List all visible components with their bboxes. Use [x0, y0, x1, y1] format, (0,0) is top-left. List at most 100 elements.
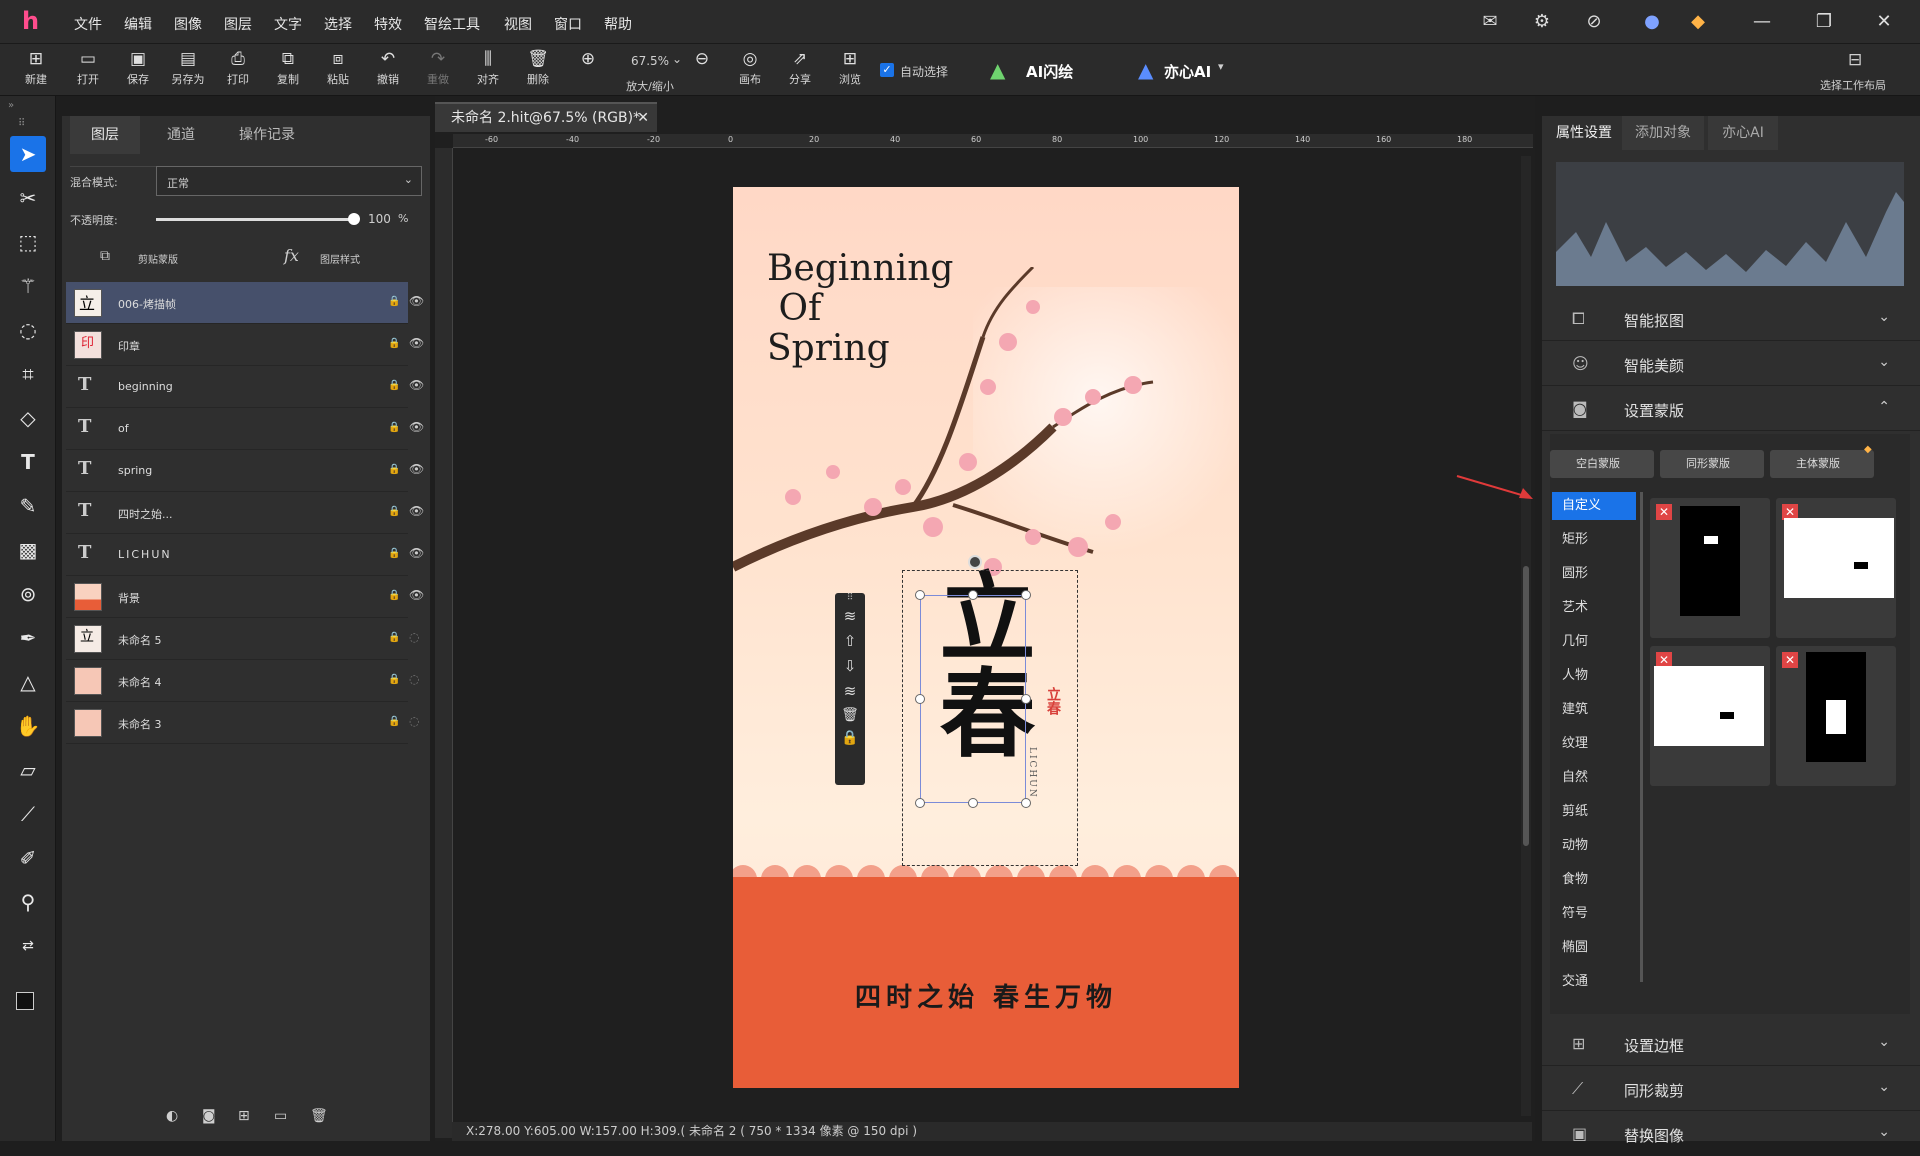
lock-icon[interactable]: 🔒: [388, 338, 400, 349]
poster-title[interactable]: Beginning Of Spring: [767, 249, 953, 369]
vip-gem-icon[interactable]: ◆: [1686, 10, 1710, 34]
expand-icon[interactable]: »: [8, 100, 14, 111]
eye-icon[interactable]: 👁: [409, 462, 424, 476]
opacity-value[interactable]: 100: [368, 212, 391, 226]
set-border-section[interactable]: ⊞ 设置边框 ⌄: [1542, 1022, 1920, 1066]
close-icon[interactable]: ✕: [1872, 10, 1896, 34]
clone-tool-icon[interactable]: ⊚: [10, 576, 46, 612]
avatar[interactable]: ●: [1640, 10, 1664, 34]
bring-forward-icon[interactable]: ⇧: [835, 632, 865, 650]
move-tool-icon[interactable]: ➤: [10, 136, 46, 172]
adjustment-icon[interactable]: ◐: [166, 1108, 178, 1124]
lock-icon[interactable]: 🔒: [388, 422, 400, 433]
mask-preset-card[interactable]: ✕: [1650, 498, 1770, 638]
opacity-slider-handle[interactable]: [348, 213, 360, 225]
remove-icon[interactable]: ✕: [1656, 504, 1672, 520]
category-art[interactable]: 艺术: [1552, 594, 1636, 622]
new-button[interactable]: ⊞ 新建: [14, 48, 58, 87]
caret-down-icon[interactable]: ▾: [1218, 60, 1224, 73]
category-texture[interactable]: 纹理: [1552, 730, 1636, 758]
send-backward-icon[interactable]: ⇩: [835, 657, 865, 675]
menu-file[interactable]: 文件: [74, 14, 102, 34]
poster-slogan[interactable]: 四时之始 春生万物: [733, 977, 1239, 1014]
menu-view[interactable]: 视图: [504, 14, 532, 34]
clip-mask-icon[interactable]: ⧉: [100, 248, 110, 264]
category-architecture[interactable]: 建筑: [1552, 696, 1636, 724]
category-transport[interactable]: 交通: [1552, 968, 1636, 996]
layer-row[interactable]: T LICHUN 🔒 👁: [66, 534, 424, 576]
blend-mode-select[interactable]: 正常 ⌄: [156, 166, 422, 196]
magic-wand-icon[interactable]: ⚚: [10, 268, 46, 304]
document-tab[interactable]: 未命名 2.hit@67.5% (RGB)* ✕: [435, 102, 657, 132]
mask-preset-card[interactable]: ✕: [1776, 498, 1896, 638]
category-custom[interactable]: 自定义: [1552, 492, 1636, 520]
lock-icon[interactable]: 🔒: [388, 548, 400, 559]
redo-button[interactable]: ↷ 重做: [416, 48, 460, 87]
resize-handle[interactable]: [915, 798, 925, 808]
drag-handle-icon[interactable]: ⠿: [835, 593, 865, 603]
category-animals[interactable]: 动物: [1552, 832, 1636, 860]
crop-tool-icon[interactable]: ⌗: [10, 356, 46, 392]
eye-icon[interactable]: 👁: [409, 546, 424, 560]
resize-handle[interactable]: [968, 590, 978, 600]
lasso-tool-icon[interactable]: ◌: [10, 312, 46, 348]
lock-icon[interactable]: 🔒: [388, 716, 400, 727]
zoom-in-button[interactable]: ⊕: [566, 48, 610, 70]
eyedropper-tool-icon[interactable]: ⚲: [10, 884, 46, 920]
foreground-color-swatch[interactable]: [16, 992, 34, 1010]
mask-preset-card[interactable]: ✕: [1650, 646, 1770, 786]
layer-row[interactable]: 未命名 3 🔒 ◌: [66, 702, 419, 744]
menu-window[interactable]: 窗口: [554, 14, 582, 34]
transform-box[interactable]: [920, 595, 1026, 803]
browse-button[interactable]: ⊞ 浏览: [828, 48, 872, 87]
eye-icon[interactable]: 👁: [409, 588, 424, 602]
trash-icon[interactable]: 🗑: [835, 707, 865, 723]
category-rectangle[interactable]: 矩形: [1552, 526, 1636, 554]
lock-icon[interactable]: 🔒: [835, 730, 865, 746]
menu-effects[interactable]: 特效: [374, 14, 402, 34]
layout-icon[interactable]: ⊟: [1848, 50, 1862, 70]
menu-help[interactable]: 帮助: [604, 14, 632, 34]
new-layer-icon[interactable]: ⊞: [238, 1108, 250, 1124]
category-food[interactable]: 食物: [1552, 866, 1636, 894]
layer-row[interactable]: 背景 🔒 👁: [66, 576, 424, 618]
lock-icon[interactable]: 🔒: [388, 590, 400, 601]
subject-mask-button[interactable]: 主体蒙版: [1770, 450, 1874, 478]
align-button[interactable]: ⫼ 对齐: [466, 48, 510, 87]
tab-yixin-ai[interactable]: 亦心AI: [1708, 116, 1778, 150]
vertical-scrollbar-thumb[interactable]: [1523, 566, 1529, 846]
undo-button[interactable]: ↶ 撤销: [366, 48, 410, 87]
open-button[interactable]: ▭ 打开: [66, 48, 110, 87]
lock-icon[interactable]: 🔒: [388, 464, 400, 475]
text-tool-icon[interactable]: T: [10, 444, 46, 480]
layer-row[interactable]: T 四时之始... 🔒 👁: [66, 492, 424, 534]
eye-hidden-icon[interactable]: ◌: [409, 714, 419, 728]
canvas-button[interactable]: ◎ 画布: [728, 48, 772, 87]
layer-row[interactable]: 未命名 4 🔒 ◌: [66, 660, 419, 702]
eye-icon[interactable]: 👁: [409, 504, 424, 518]
category-papercut[interactable]: 剪纸: [1552, 798, 1636, 826]
category-nature[interactable]: 自然: [1552, 764, 1636, 792]
tab-channels[interactable]: 通道: [146, 116, 216, 154]
lock-icon[interactable]: 🔒: [388, 506, 400, 517]
layer-row[interactable]: Tof 🔒 👁: [66, 408, 424, 450]
layer-row[interactable]: Tbeginning 🔒 👁: [66, 366, 424, 408]
delete-layer-icon[interactable]: 🗑: [310, 1108, 328, 1124]
marquee-tool-icon[interactable]: ⬚: [10, 224, 46, 260]
rotate-handle-icon[interactable]: [968, 555, 982, 569]
menu-select[interactable]: 选择: [324, 14, 352, 34]
eraser-tool-icon[interactable]: ▩: [10, 532, 46, 568]
menu-layer[interactable]: 图层: [224, 14, 252, 34]
remove-icon[interactable]: ✕: [1782, 652, 1798, 668]
pen-tool-icon[interactable]: ✒: [10, 620, 46, 656]
resize-handle[interactable]: [915, 694, 925, 704]
eye-icon[interactable]: 👁: [409, 420, 424, 434]
lock-icon[interactable]: 🔒: [388, 632, 400, 643]
restore-icon[interactable]: ❐: [1812, 10, 1836, 34]
clip-mask-label[interactable]: 剪贴蒙版: [138, 251, 178, 266]
tab-properties[interactable]: 属性设置: [1550, 116, 1618, 150]
category-symbols[interactable]: 符号: [1552, 900, 1636, 928]
retouch-tool-icon[interactable]: ⟋: [10, 796, 46, 832]
category-circle[interactable]: 圆形: [1552, 560, 1636, 588]
layer-row[interactable]: Tspring 🔒 👁: [66, 450, 424, 492]
